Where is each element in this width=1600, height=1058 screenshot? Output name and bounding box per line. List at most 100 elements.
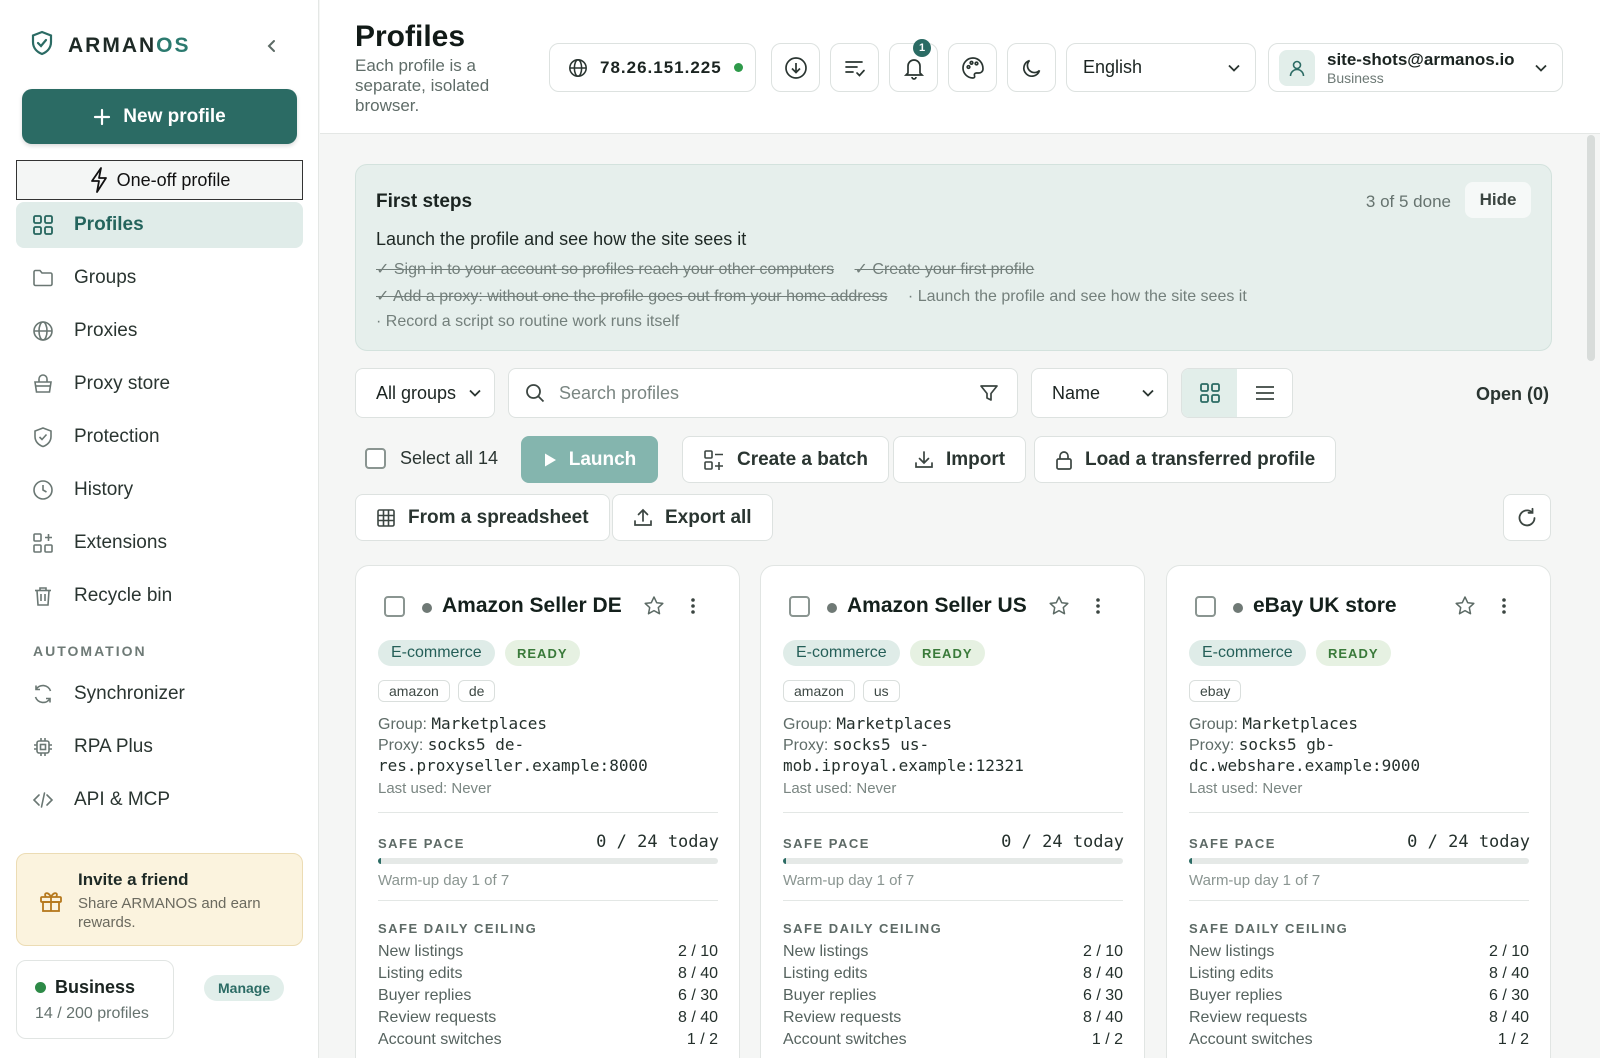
profile-card[interactable]: Amazon Seller US E-commerce READY amazon… bbox=[760, 565, 1145, 1058]
ceiling-row: Account switches 1 / 2 bbox=[378, 1029, 718, 1051]
sidebar-item-rpa-plus[interactable]: RPA Plus bbox=[16, 724, 303, 770]
brand[interactable]: ARMANOS bbox=[30, 30, 191, 61]
star-icon[interactable] bbox=[1048, 595, 1070, 622]
lock-icon bbox=[1056, 450, 1072, 470]
card-select-checkbox[interactable] bbox=[384, 596, 405, 617]
ceiling-row: Account switches 1 / 2 bbox=[783, 1029, 1123, 1051]
sidebar-item-recycle-bin[interactable]: Recycle bin bbox=[16, 573, 303, 619]
hide-first-steps-button[interactable]: Hide bbox=[1465, 182, 1531, 218]
star-icon[interactable] bbox=[1454, 595, 1476, 622]
batch-add-icon bbox=[704, 449, 723, 470]
sidebar-item-profiles[interactable]: Profiles bbox=[16, 202, 303, 248]
sidebar-item-history[interactable]: History bbox=[16, 467, 303, 513]
card-select-checkbox[interactable] bbox=[789, 596, 810, 617]
sidebar-item-synchronizer[interactable]: Synchronizer bbox=[16, 671, 303, 717]
invite-friend-card[interactable]: Invite a friend Share ARMANOS and earn r… bbox=[16, 853, 303, 946]
create-batch-button[interactable]: Create a batch bbox=[682, 436, 889, 483]
open-profiles-count[interactable]: Open (0) bbox=[1476, 384, 1549, 405]
card-select-checkbox[interactable] bbox=[1195, 596, 1216, 617]
select-all-checkbox[interactable]: Select all 14 bbox=[365, 448, 498, 469]
group-line: Group: Marketplaces bbox=[1189, 714, 1358, 733]
step-done[interactable]: ✓ Create your first profile bbox=[855, 261, 1035, 278]
grid-view-button[interactable] bbox=[1182, 369, 1237, 417]
more-options-icon[interactable] bbox=[689, 595, 697, 622]
sort-select[interactable]: Name bbox=[1031, 368, 1168, 418]
ceiling-row: Review requests 8 / 40 bbox=[378, 1007, 718, 1029]
export-all-button[interactable]: Export all bbox=[612, 494, 773, 541]
safe-pace-value: 0 / 24 today bbox=[1001, 832, 1124, 852]
tag-chip[interactable]: amazon bbox=[378, 680, 450, 702]
from-spreadsheet-button[interactable]: From a spreadsheet bbox=[355, 494, 610, 541]
chevron-down-icon bbox=[1142, 389, 1154, 397]
ceiling-metric: Buyer replies bbox=[1189, 987, 1283, 1004]
search-placeholder: Search profiles bbox=[559, 382, 680, 403]
first-steps-title: First steps bbox=[376, 191, 473, 212]
search-input[interactable]: Search profiles bbox=[508, 368, 1018, 418]
sidebar-item-groups[interactable]: Groups bbox=[16, 255, 303, 301]
theme-palette-button[interactable] bbox=[948, 43, 997, 92]
sidebar-item-extensions[interactable]: Extensions bbox=[16, 520, 303, 566]
launch-button[interactable]: Launch bbox=[521, 436, 658, 483]
profile-status-dot bbox=[1233, 603, 1243, 613]
download-button[interactable] bbox=[771, 43, 820, 92]
tag-chip[interactable]: de bbox=[457, 680, 496, 702]
safe-daily-ceiling-label: SAFE DAILY CEILING bbox=[378, 921, 538, 936]
shield-icon bbox=[34, 427, 52, 448]
dark-mode-button[interactable] bbox=[1007, 43, 1056, 92]
tag-chip[interactable]: ebay bbox=[1189, 680, 1242, 702]
new-profile-button[interactable]: New profile bbox=[22, 89, 297, 144]
checkbox[interactable] bbox=[365, 448, 386, 469]
code-icon bbox=[32, 792, 54, 808]
tag-chip[interactable]: us bbox=[862, 680, 900, 702]
main-scrollbar[interactable] bbox=[1587, 135, 1595, 361]
ceiling-metric: Buyer replies bbox=[378, 987, 472, 1004]
one-off-profile-button[interactable]: One-off profile bbox=[16, 160, 303, 200]
divider bbox=[783, 812, 1123, 813]
ceiling-row: New listings 2 / 10 bbox=[378, 941, 718, 963]
more-options-icon[interactable] bbox=[1500, 595, 1508, 622]
notifications-button[interactable]: 1 bbox=[889, 39, 938, 92]
manage-plan-button[interactable]: Manage bbox=[204, 975, 285, 1001]
category-badge: E-commerce bbox=[783, 640, 900, 666]
ceiling-table: New listings 2 / 10 Listing edits 8 / 40 Buy… bbox=[378, 941, 718, 1051]
ceiling-row: Buyer replies 6 / 30 bbox=[378, 985, 718, 1007]
more-options-icon[interactable] bbox=[1094, 595, 1102, 622]
ceiling-value: 8 / 40 bbox=[1082, 965, 1123, 982]
step-done[interactable]: ✓ Sign in to your account so profiles re… bbox=[376, 261, 834, 278]
sidebar-item-api-mcp[interactable]: API & MCP bbox=[16, 777, 303, 823]
profile-card[interactable]: Amazon Seller DE E-commerce READY amazon… bbox=[355, 565, 740, 1058]
import-button[interactable]: Import bbox=[893, 436, 1027, 483]
step-todo[interactable]: · Record a script so routine work runs i… bbox=[376, 313, 679, 330]
sidebar-item-proxy-store[interactable]: Proxy store bbox=[16, 361, 303, 407]
language-select[interactable]: English bbox=[1066, 43, 1256, 92]
lightning-icon bbox=[90, 167, 107, 193]
safe-daily-ceiling-label: SAFE DAILY CEILING bbox=[783, 921, 943, 936]
ceiling-value: 6 / 30 bbox=[1488, 987, 1529, 1004]
list-view-button[interactable] bbox=[1237, 369, 1292, 417]
refresh-button[interactable] bbox=[1503, 494, 1551, 541]
profile-name: Amazon Seller DE bbox=[442, 594, 622, 617]
load-transferred-profile-button[interactable]: Load a transferred profile bbox=[1034, 436, 1337, 483]
refresh-icon bbox=[1518, 507, 1536, 526]
safe-daily-ceiling-label: SAFE DAILY CEILING bbox=[1189, 921, 1349, 936]
ceiling-value: 8 / 40 bbox=[677, 965, 718, 982]
sidebar-item-proxies[interactable]: Proxies bbox=[16, 308, 303, 354]
star-icon[interactable] bbox=[643, 595, 665, 622]
profile-card[interactable]: eBay UK store E-commerce READY ebay Grou… bbox=[1166, 565, 1551, 1058]
account-menu[interactable]: site-shots@armanos.io Business bbox=[1268, 43, 1563, 92]
task-list-button[interactable] bbox=[830, 43, 879, 92]
groups-filter-select[interactable]: All groups bbox=[355, 368, 495, 418]
ip-indicator[interactable]: 78.26.151.225 bbox=[549, 43, 756, 92]
first-steps-panel: First steps 3 of 5 done Hide Launch the … bbox=[355, 164, 1552, 351]
plan-profile-count: 14 / 200 profiles bbox=[35, 1005, 149, 1022]
avatar bbox=[1279, 49, 1315, 86]
tag-chip[interactable]: amazon bbox=[783, 680, 855, 702]
sidebar-item-protection[interactable]: Protection bbox=[16, 414, 303, 460]
collapse-sidebar-button[interactable] bbox=[260, 34, 284, 58]
profile-name: Amazon Seller US bbox=[847, 594, 1027, 617]
moon-icon bbox=[1022, 59, 1040, 77]
extensions-icon bbox=[33, 533, 53, 553]
step-todo[interactable]: · Launch the profile and see how the sit… bbox=[908, 288, 1247, 305]
ceiling-metric: Buyer replies bbox=[783, 987, 877, 1004]
step-done[interactable]: ✓ Add a proxy: without one the profile g… bbox=[376, 288, 887, 305]
